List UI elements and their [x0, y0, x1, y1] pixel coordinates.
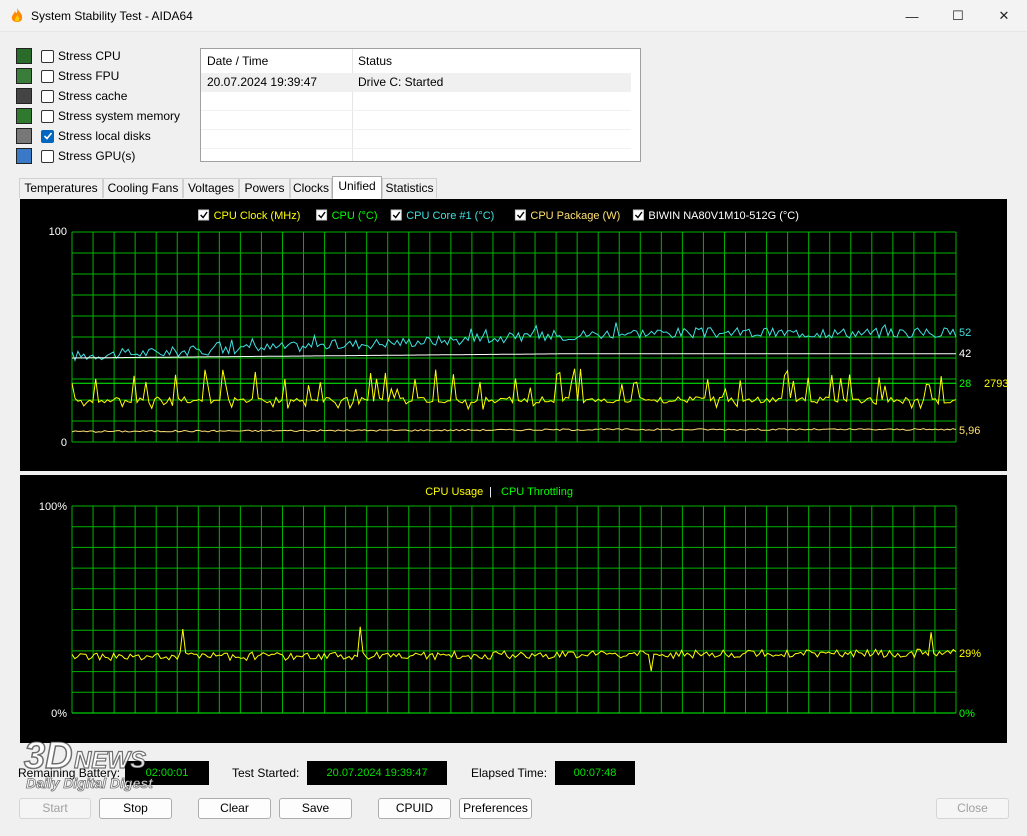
stress-option-label: Stress system memory — [58, 109, 181, 123]
column-header-status[interactable]: Status — [352, 49, 632, 73]
minimize-button[interactable]: — — [889, 0, 935, 32]
stress-checkbox[interactable] — [41, 89, 54, 103]
stress-option-5[interactable]: Stress GPU(s) — [16, 147, 135, 165]
legend-separator: | — [489, 486, 492, 498]
legend-label: BIWIN NA80V1M10-512G (°C) — [648, 210, 799, 222]
maximize-button[interactable]: ☐ — [935, 0, 981, 32]
remaining-battery-label: Remaining Battery: — [18, 766, 121, 780]
stress-checkbox[interactable] — [41, 129, 54, 143]
tab-temperatures[interactable]: Temperatures — [19, 178, 103, 198]
legend-label: CPU Usage — [425, 486, 483, 498]
cpuid-button[interactable]: CPUID — [378, 798, 451, 819]
stress-option-label: Stress cache — [58, 89, 128, 103]
table-row-empty — [201, 130, 631, 149]
tab-voltages[interactable]: Voltages — [183, 178, 239, 198]
cpu-icon — [16, 48, 32, 64]
unified-sensor-chart: CPU Clock (MHz) CPU (°C) CPU Core #1 (°C) C… — [20, 199, 1007, 471]
elapsed-time-label: Elapsed Time: — [471, 766, 548, 780]
stress-option-3[interactable]: Stress system memory — [16, 107, 180, 125]
test-started-label: Test Started: — [232, 766, 300, 780]
stress-option-1[interactable]: Stress FPU — [16, 67, 119, 85]
log-datetime-cell: 20.07.2024 19:39:47 — [207, 75, 318, 89]
start-button[interactable]: Start — [19, 798, 91, 819]
disk-icon — [16, 128, 32, 144]
current-value-label: 42 — [959, 348, 971, 360]
current-value-label: 52 — [959, 327, 971, 339]
legend-checkbox[interactable] — [514, 209, 526, 221]
tab-clocks[interactable]: Clocks — [290, 178, 332, 198]
stress-option-2[interactable]: Stress cache — [16, 87, 127, 105]
y-axis-max-label: 100% — [39, 501, 67, 513]
stress-option-label: Stress FPU — [58, 69, 120, 83]
stress-checkbox[interactable] — [41, 49, 54, 63]
title-bar: System Stability Test - AIDA64 — ☐ ✕ — [0, 0, 1027, 32]
table-row-empty — [201, 111, 631, 130]
stress-option-0[interactable]: Stress CPU — [16, 47, 121, 65]
elapsed-time-value: 00:07:48 — [555, 761, 635, 785]
close-icon: ✕ — [998, 8, 1010, 23]
stress-checkbox[interactable] — [41, 109, 54, 123]
stress-checkbox[interactable] — [41, 149, 54, 163]
clear-button[interactable]: Clear — [198, 798, 271, 819]
legend-label: CPU Clock (MHz) — [214, 210, 301, 222]
fpu-icon — [16, 68, 32, 84]
table-row-empty — [201, 92, 631, 111]
close-button[interactable]: Close — [936, 798, 1009, 819]
current-value-label: 29% — [959, 648, 981, 660]
y-axis-min-label: 0 — [61, 437, 67, 449]
legend-label: CPU Package (W) — [530, 210, 620, 222]
legend-label: CPU (°C) — [332, 210, 378, 222]
window-title: System Stability Test - AIDA64 — [31, 9, 193, 23]
gpu-icon — [16, 148, 32, 164]
log-status-cell: Drive C: Started — [358, 75, 444, 89]
cache-icon — [16, 88, 32, 104]
current-value-label: 2793 — [984, 378, 1007, 390]
tab-statistics[interactable]: Statistics — [382, 178, 437, 198]
table-row[interactable]: 20.07.2024 19:39:47 Drive C: Started — [201, 73, 631, 92]
column-header-datetime[interactable]: Date / Time — [201, 49, 352, 73]
stress-option-label: Stress GPU(s) — [58, 149, 136, 163]
table-row-empty — [201, 149, 631, 161]
legend-label: CPU Core #1 (°C) — [406, 210, 494, 222]
stress-option-label: Stress CPU — [58, 49, 121, 63]
remaining-battery-value: 02:00:01 — [125, 761, 209, 785]
unified-sensor-chart-svg: CPU Clock (MHz) CPU (°C) CPU Core #1 (°C) C… — [49, 209, 1007, 449]
status-log-table: Date / Time Status 20.07.2024 19:39:47 D… — [200, 48, 641, 162]
cpu-usage-chart-svg: CPU Usage | CPU Throttling 100% 0% 29% 0% — [39, 486, 981, 720]
memory-icon — [16, 108, 32, 124]
stress-option-label: Stress local disks — [58, 129, 151, 143]
tab-cooling-fans[interactable]: Cooling Fans — [103, 178, 183, 198]
tab-unified[interactable]: Unified — [332, 176, 382, 199]
stress-checkbox[interactable] — [41, 69, 54, 83]
tab-powers[interactable]: Powers — [239, 178, 290, 198]
minimize-icon: — — [905, 8, 919, 24]
current-value-label: 28 — [959, 378, 971, 390]
close-window-button[interactable]: ✕ — [981, 0, 1027, 32]
legend-checkbox[interactable] — [390, 209, 402, 221]
stop-button[interactable]: Stop — [99, 798, 172, 819]
legend-checkbox[interactable] — [632, 209, 644, 221]
cpu-usage-chart: CPU Usage | CPU Throttling 100% 0% 29% 0% — [20, 475, 1007, 743]
current-value-label: 0% — [959, 708, 975, 720]
stress-option-4[interactable]: Stress local disks — [16, 127, 151, 145]
y-axis-min-label: 0% — [51, 708, 67, 720]
aida64-flame-icon — [11, 8, 23, 22]
save-button[interactable]: Save — [279, 798, 352, 819]
current-value-label: 5,96 — [959, 425, 980, 437]
chart-grid — [71, 505, 957, 714]
maximize-icon: ☐ — [952, 8, 964, 23]
legend-checkbox[interactable] — [316, 209, 328, 221]
preferences-button[interactable]: Preferences — [459, 798, 532, 819]
legend-label: CPU Throttling — [501, 486, 573, 498]
y-axis-max-label: 100 — [49, 226, 67, 238]
legend-checkbox[interactable] — [198, 209, 210, 221]
test-started-value: 20.07.2024 19:39:47 — [307, 761, 447, 785]
